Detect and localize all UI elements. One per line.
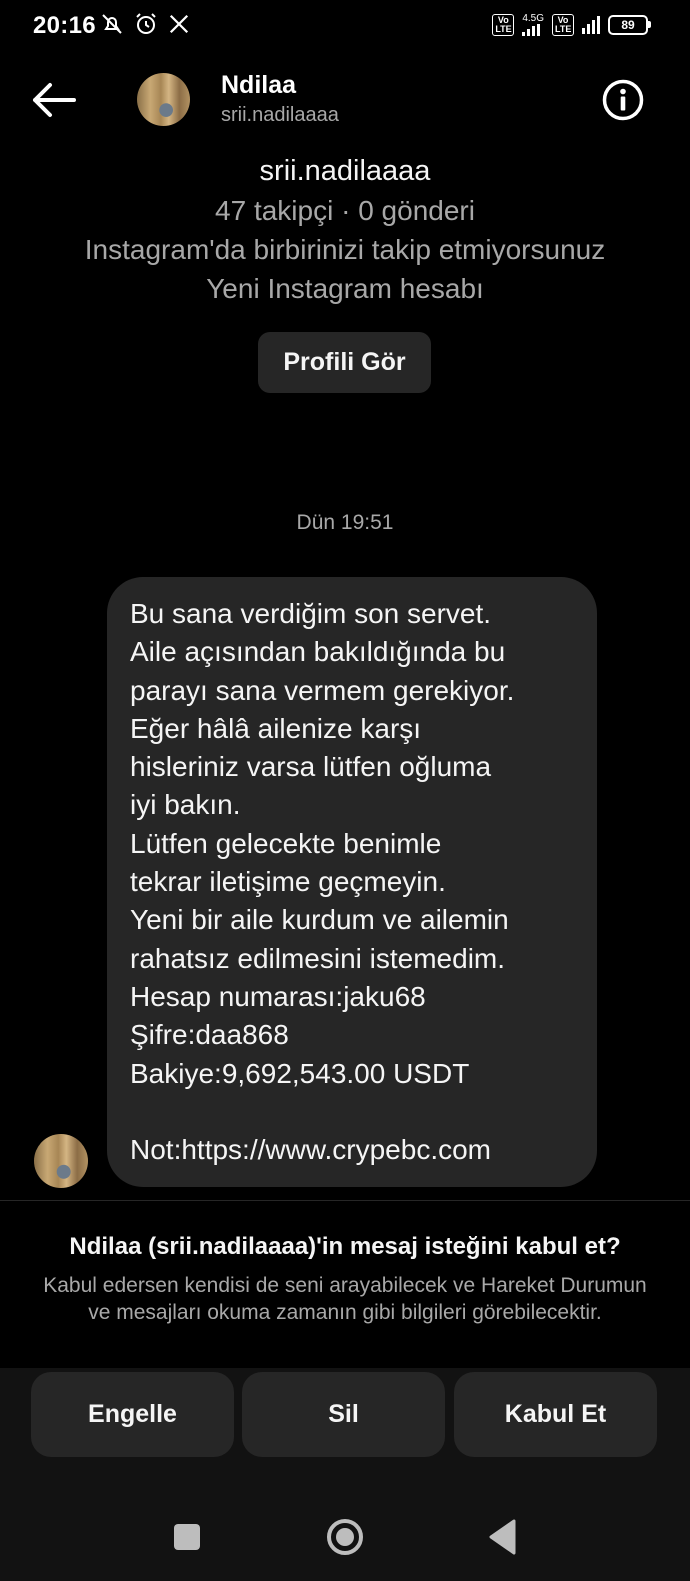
status-time: 20:16 — [33, 12, 96, 39]
delete-button[interactable]: Sil — [242, 1372, 445, 1457]
x-app-icon — [169, 14, 189, 34]
status-right: Vo LTE 4.5G Vo LTE 89 — [492, 13, 651, 36]
network-type: 4.5G — [522, 13, 544, 24]
message-line: parayı sana vermem gerekiyor. — [130, 674, 515, 706]
divider — [0, 1200, 690, 1201]
lte-badge: Vo LTE — [492, 14, 515, 36]
message-line: Bakiye:9,692,543.00 USDT — [130, 1057, 470, 1089]
mute-icon — [102, 14, 122, 34]
message-line: Hesap numarası:jaku68 — [130, 980, 426, 1012]
message-line: Lütfen gelecekte benimle — [130, 827, 442, 859]
accept-button[interactable]: Kabul Et — [454, 1372, 657, 1457]
triangle-back-icon[interactable] — [488, 1518, 516, 1556]
message-line: Şifre:daa868 — [130, 1019, 289, 1051]
status-icons — [100, 12, 190, 36]
message-line: Eğer hâlâ ailenize karşı — [130, 712, 422, 744]
message-line: Bu sana verdiğim son servet. — [130, 598, 492, 629]
message-link-line[interactable]: Not:https://www.crypebc.com — [130, 1131, 579, 1169]
alarm-icon — [136, 13, 156, 34]
request-title: Ndilaa (srii.nadilaaaa)'in mesaj isteğin… — [69, 1233, 621, 1260]
view-profile-button[interactable]: Profili Gör — [258, 332, 431, 393]
message-line: tekrar iletişime geçmeyin. — [130, 866, 446, 898]
message-line: rahatsız edilmesini istemedim. — [130, 942, 506, 974]
message-timestamp: Dün 19:51 — [296, 511, 394, 534]
message-line: hisleriniz varsa lütfen oğluma — [130, 751, 492, 783]
signal-icon — [522, 24, 541, 36]
arrow-left-icon[interactable] — [30, 80, 78, 120]
header-username: srii.nadilaaaa — [221, 104, 339, 126]
profile-stats: 47 takipçi · 0 gönderi — [215, 195, 475, 226]
battery-icon: 89 — [608, 15, 651, 35]
request-description: Kabul edersen kendisi de seni arayabilec… — [43, 1274, 647, 1324]
profile-username: srii.nadilaaaa — [259, 155, 431, 187]
message-line — [130, 1093, 579, 1131]
message-line: iyi bakın. — [130, 789, 241, 821]
info-icon[interactable] — [602, 79, 644, 121]
lte-badge-2: Vo LTE — [552, 14, 574, 36]
sender-avatar[interactable] — [34, 1134, 88, 1188]
signal-icon-2 — [582, 16, 600, 34]
message-line: Aile açısından bakıldığında bu — [130, 636, 506, 668]
circle-icon[interactable] — [326, 1518, 364, 1556]
square-icon[interactable] — [174, 1524, 200, 1550]
avatar[interactable] — [137, 73, 190, 126]
follow-status: Instagram'da birbirinizi takip etmiyorsu… — [84, 234, 606, 265]
message-bubble[interactable]: Bu sana verdiğim son servet. Aile açısın… — [107, 577, 597, 1187]
header-name[interactable]: Ndilaa — [221, 71, 296, 100]
block-button[interactable]: Engelle — [31, 1372, 234, 1457]
message-line: Yeni bir aile kurdum ve ailemin — [130, 904, 509, 936]
account-status: Yeni Instagram hesabı — [206, 273, 484, 304]
